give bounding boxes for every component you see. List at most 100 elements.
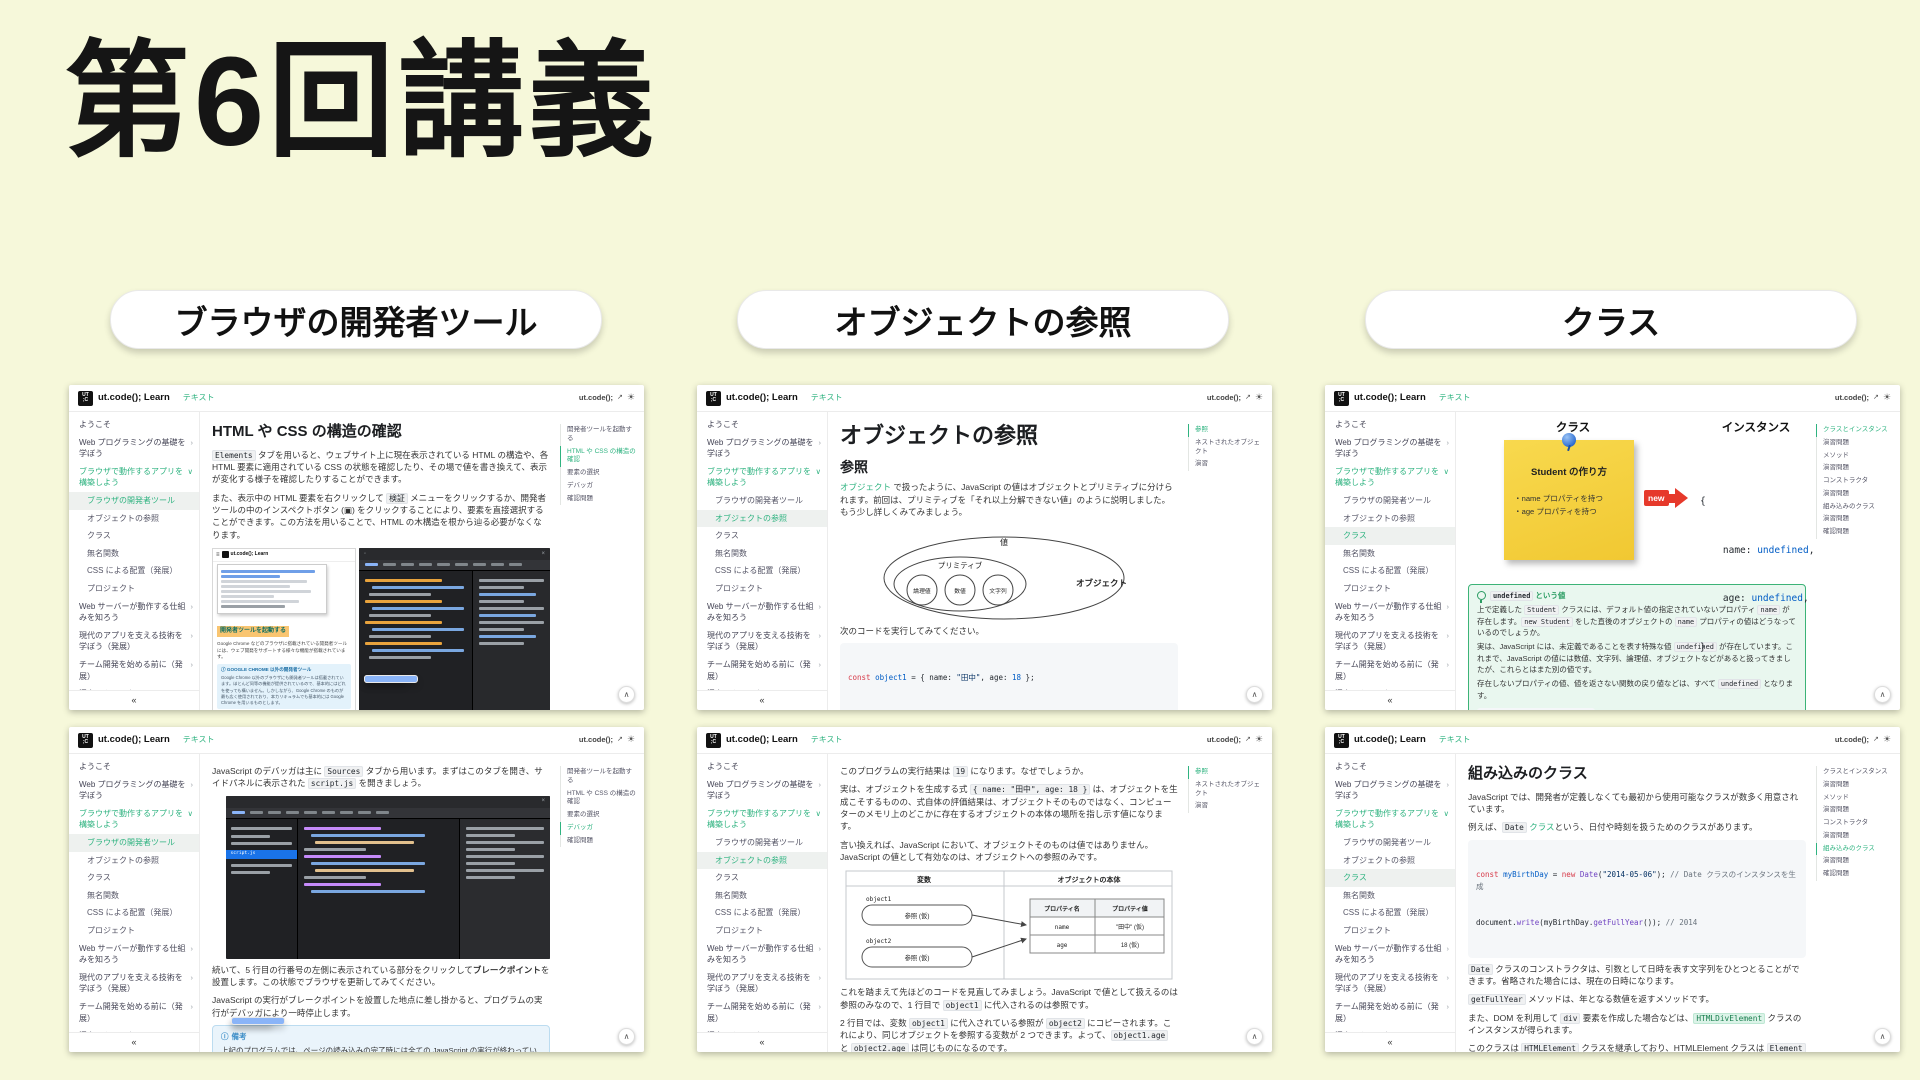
site-title[interactable]: ut.code(); Learn	[726, 733, 798, 747]
sidebar-item[interactable]: ようこそ	[697, 758, 827, 776]
theme-toggle-icon[interactable]: ☀	[1883, 733, 1891, 746]
sidebar-item[interactable]: Web サーバーが動作する仕組みを知ろう›	[697, 940, 827, 969]
toc-item[interactable]: クラスとインスタンス	[1816, 424, 1896, 437]
sidebar-item[interactable]: Web プログラミングの基礎を学ぼう›	[697, 776, 827, 805]
sidebar-item[interactable]: オブジェクトの参照	[69, 852, 199, 870]
scroll-top-button[interactable]: ∧	[1874, 686, 1891, 703]
sidebar-collapse-button[interactable]: «	[697, 1032, 827, 1052]
sidebar-item[interactable]: Web サーバーが動作する仕組みを知ろう›	[69, 598, 199, 627]
toc-item[interactable]: 演習問題	[1816, 830, 1896, 843]
sidebar-item[interactable]: Web サーバーが動作する仕組みを知ろう›	[69, 940, 199, 969]
theme-toggle-icon[interactable]: ☀	[1883, 391, 1891, 404]
toc-item[interactable]: 組み込みのクラス	[1816, 501, 1896, 514]
scroll-top-button[interactable]: ∧	[1874, 1028, 1891, 1045]
scroll-top-button[interactable]: ∧	[1246, 686, 1263, 703]
sidebar-item[interactable]: 現代のアプリを支える技術を学ぼう（発展）›	[1325, 969, 1455, 998]
sidebar-item[interactable]: CSS による配置（発展）	[69, 904, 199, 922]
external-site-link[interactable]: ut.code();	[579, 393, 613, 404]
sidebar-item[interactable]: オブジェクトの参照	[697, 510, 827, 528]
sidebar-item[interactable]: チーム開発を始める前に（発展）›	[1325, 656, 1455, 685]
toc-item[interactable]: メソッド	[1816, 792, 1896, 805]
toc-item[interactable]: 演習問題	[1816, 462, 1896, 475]
close-icon[interactable]: ×	[541, 797, 545, 806]
sidebar-item[interactable]: チーム開発を始める前に（発展）›	[1325, 998, 1455, 1027]
toc-item[interactable]: 演習問題	[1816, 779, 1896, 792]
sidebar-item[interactable]: ブラウザで動作するアプリを構築しよう∨	[1325, 463, 1455, 492]
sidebar-item[interactable]: ようこそ	[697, 416, 827, 434]
scroll-top-button[interactable]: ∧	[618, 1028, 635, 1045]
sidebar-item[interactable]: 無名関数	[697, 545, 827, 563]
site-title[interactable]: ut.code(); Learn	[98, 391, 170, 405]
devtools-tabs[interactable]	[359, 560, 550, 571]
close-icon[interactable]: ×	[541, 550, 545, 559]
toc-item[interactable]: コンストラクタ	[1816, 817, 1896, 830]
nav-text-link[interactable]: テキスト	[811, 734, 843, 746]
sidebar-item[interactable]: Web プログラミングの基礎を学ぼう›	[69, 776, 199, 805]
toc-item[interactable]: ネストされたオブジェクト	[1188, 437, 1268, 459]
sidebar-item[interactable]: 現代のアプリを支える技術を学ぼう（発展）›	[1325, 627, 1455, 656]
sidebar-item[interactable]: Web プログラミングの基礎を学ぼう›	[69, 434, 199, 463]
sidebar-item[interactable]: ブラウザの開発者ツール	[1325, 834, 1455, 852]
sidebar-item[interactable]: 無名関数	[697, 887, 827, 905]
selected-file[interactable]: script.js	[226, 850, 297, 860]
sidebar-item[interactable]: CSS による配置（発展）	[69, 562, 199, 580]
sidebar-item[interactable]: ブラウザの開発者ツール	[697, 834, 827, 852]
toc-item[interactable]: ネストされたオブジェクト	[1188, 779, 1268, 801]
external-site-link[interactable]: ut.code();	[1835, 735, 1869, 746]
sidebar-collapse-button[interactable]: «	[1325, 1032, 1455, 1052]
toc-item[interactable]: 演習	[1188, 800, 1268, 813]
toc-item[interactable]: 演習問題	[1816, 513, 1896, 526]
toc-item[interactable]: 演習問題	[1816, 804, 1896, 817]
toc-item[interactable]: HTML や CSS の構造の確認	[560, 788, 640, 810]
sidebar-item[interactable]: ブラウザで動作するアプリを構築しよう∨	[69, 463, 199, 492]
sidebar-item[interactable]: オブジェクトの参照	[69, 510, 199, 528]
toc-item[interactable]: 確認問題	[1816, 868, 1896, 881]
sidebar-item[interactable]: ブラウザの開発者ツール	[1325, 492, 1455, 510]
sidebar-collapse-button[interactable]: «	[1325, 690, 1455, 710]
site-title[interactable]: ut.code(); Learn	[1354, 733, 1426, 747]
sidebar-item[interactable]: 現代のアプリを支える技術を学ぼう（発展）›	[697, 627, 827, 656]
sidebar-item[interactable]: ブラウザの開発者ツール	[697, 492, 827, 510]
toc-item[interactable]: 確認問題	[560, 493, 640, 506]
sidebar-item[interactable]: 無名関数	[1325, 887, 1455, 905]
sidebar-item[interactable]: プロジェクト	[69, 922, 199, 940]
sidebar-item[interactable]: チーム開発を始める前に（発展）›	[69, 656, 199, 685]
site-title[interactable]: ut.code(); Learn	[1354, 391, 1426, 405]
nav-text-link[interactable]: テキスト	[811, 392, 843, 404]
sidebar-item[interactable]: Web プログラミングの基礎を学ぼう›	[697, 434, 827, 463]
nav-text-link[interactable]: テキスト	[183, 734, 215, 746]
sidebar-item[interactable]: チーム開発を始める前に（発展）›	[697, 656, 827, 685]
sidebar-item[interactable]: CSS による配置（発展）	[1325, 562, 1455, 580]
toc-item[interactable]: デバッガ	[560, 822, 640, 835]
sidebar-item[interactable]: Web サーバーが動作する仕組みを知ろう›	[1325, 598, 1455, 627]
toc-item[interactable]: 要素の選択	[560, 809, 640, 822]
toc-item[interactable]: 参照	[1188, 424, 1268, 437]
sidebar-item[interactable]: Web プログラミングの基礎を学ぼう›	[1325, 776, 1455, 805]
sidebar-item[interactable]: ブラウザの開発者ツール	[69, 492, 199, 510]
toc-item[interactable]: HTML や CSS の構造の確認	[560, 446, 640, 468]
sidebar-item[interactable]: 無名関数	[69, 887, 199, 905]
scroll-top-button[interactable]: ∧	[1246, 1028, 1263, 1045]
sidebar-item[interactable]: オブジェクトの参照	[697, 852, 827, 870]
theme-toggle-icon[interactable]: ☀	[627, 733, 635, 746]
sidebar-item[interactable]: 現代のアプリを支える技術を学ぼう（発展）›	[69, 627, 199, 656]
nav-text-link[interactable]: テキスト	[183, 392, 215, 404]
sidebar-item[interactable]: クラス	[697, 527, 827, 545]
sidebar-item[interactable]: ようこそ	[1325, 758, 1455, 776]
sidebar-collapse-button[interactable]: «	[69, 690, 199, 710]
toc-item[interactable]: 確認問題	[1816, 526, 1896, 539]
toc-item[interactable]: クラスとインスタンス	[1816, 766, 1896, 779]
toc-item[interactable]: 演習問題	[1816, 488, 1896, 501]
theme-toggle-icon[interactable]: ☀	[1255, 733, 1263, 746]
sidebar-item[interactable]: プロジェクト	[697, 580, 827, 598]
sidebar-item[interactable]: オブジェクトの参照	[1325, 852, 1455, 870]
sidebar-item[interactable]: Web プログラミングの基礎を学ぼう›	[1325, 434, 1455, 463]
nav-text-link[interactable]: テキスト	[1439, 734, 1471, 746]
external-site-link[interactable]: ut.code();	[579, 735, 613, 746]
sidebar-item[interactable]: CSS による配置（発展）	[697, 562, 827, 580]
scroll-top-button[interactable]: ∧	[618, 686, 635, 703]
sidebar-item[interactable]: CSS による配置（発展）	[697, 904, 827, 922]
sidebar-item[interactable]: クラス	[1325, 527, 1455, 545]
sidebar-item[interactable]: プロジェクト	[1325, 922, 1455, 940]
toc-item[interactable]: 開発者ツールを起動する	[560, 424, 640, 446]
